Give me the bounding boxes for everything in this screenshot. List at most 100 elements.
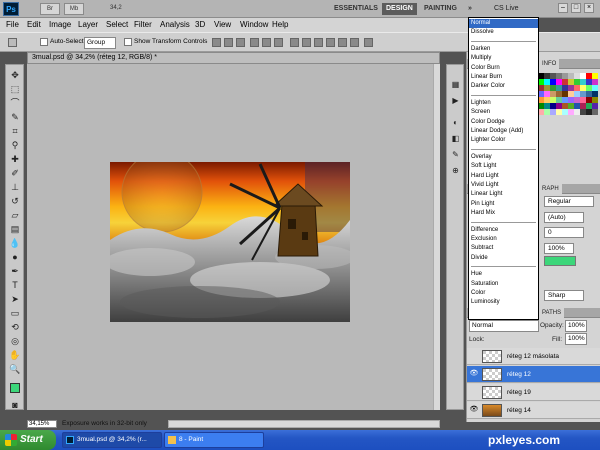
align-hcenter-icon[interactable]: [262, 38, 271, 47]
eye-icon[interactable]: 👁: [469, 369, 479, 379]
layer-visibility-toggle[interactable]: [469, 387, 479, 397]
hand-tool-icon[interactable]: ✋: [8, 349, 22, 362]
layer-row[interactable]: réteg 19: [467, 384, 600, 401]
blend-mode-option[interactable]: Vivid Light: [469, 181, 538, 190]
distribute-right-icon[interactable]: [350, 38, 359, 47]
actions-panel-icon[interactable]: ▶: [450, 95, 461, 106]
blend-mode-option[interactable]: Color Dodge: [469, 118, 538, 127]
tab-paths[interactable]: PATHS: [539, 308, 565, 318]
align-vcenter-icon[interactable]: [224, 38, 233, 47]
tab-character[interactable]: RAPH: [539, 184, 562, 194]
menu-analysis[interactable]: Analysis: [160, 19, 190, 31]
menu-3d[interactable]: 3D: [195, 19, 205, 31]
layer-row[interactable]: 👁 réteg 14: [467, 402, 600, 419]
move-tool-preset-icon[interactable]: [8, 38, 17, 47]
font-style-select[interactable]: Regular: [544, 196, 594, 207]
distribute-top-icon[interactable]: [290, 38, 299, 47]
history-brush-tool-icon[interactable]: ↺: [8, 195, 22, 208]
blend-mode-option[interactable]: Hard Mix: [469, 209, 538, 218]
blend-mode-option[interactable]: Multiply: [469, 54, 538, 63]
blend-mode-option[interactable]: Linear Burn: [469, 73, 538, 82]
status-text[interactable]: Exposure works in 32-bit only: [62, 420, 147, 428]
healing-tool-icon[interactable]: ✚: [8, 153, 22, 166]
layer-row-selected[interactable]: 👁 réteg 12: [467, 366, 600, 383]
distribute-bottom-icon[interactable]: [314, 38, 323, 47]
tab-info[interactable]: INFO: [539, 59, 560, 69]
crop-tool-icon[interactable]: ⌗: [8, 125, 22, 138]
eraser-tool-icon[interactable]: ▱: [8, 209, 22, 222]
marquee-tool-icon[interactable]: ⬚: [8, 83, 22, 96]
distribute-vcenter-icon[interactable]: [302, 38, 311, 47]
workspace-painting[interactable]: PAINTING: [424, 3, 457, 15]
swatches-grid[interactable]: [538, 73, 598, 125]
menu-view[interactable]: View: [214, 19, 231, 31]
workspace-essentials[interactable]: ESSENTIALS: [334, 3, 378, 15]
move-tool-icon[interactable]: ✥: [8, 69, 22, 82]
blend-mode-option[interactable]: Pin Light: [469, 200, 538, 209]
cs-live-button[interactable]: CS Live: [494, 3, 519, 15]
blend-mode-option[interactable]: Dissolve: [469, 28, 538, 37]
zoom-tool-icon[interactable]: 🔍: [8, 363, 22, 376]
brush-panel-icon[interactable]: ✎: [450, 149, 461, 160]
blend-mode-option[interactable]: Exclusion: [469, 235, 538, 244]
blend-mode-option[interactable]: Color Burn: [469, 64, 538, 73]
blend-mode-option[interactable]: Overlay: [469, 153, 538, 162]
blend-mode-option[interactable]: Hard Light: [469, 172, 538, 181]
taskbar-photoshop[interactable]: 3mual.psd @ 34,2% (r...: [62, 432, 162, 448]
blend-mode-option[interactable]: Darken: [469, 45, 538, 54]
blur-tool-icon[interactable]: 💧: [8, 237, 22, 250]
zoom-select[interactable]: 34,2: [108, 3, 142, 15]
workspace-design[interactable]: DESIGN: [382, 3, 417, 15]
adjustments-panel-icon[interactable]: ◐: [450, 117, 461, 128]
blend-mode-select[interactable]: Normal: [469, 320, 539, 332]
minibridge-button[interactable]: Mb: [64, 3, 84, 15]
menu-filter[interactable]: Filter: [134, 19, 152, 31]
eyedropper-tool-icon[interactable]: ⚲: [8, 139, 22, 152]
blend-mode-option[interactable]: Linear Light: [469, 190, 538, 199]
blend-mode-option[interactable]: Screen: [469, 108, 538, 117]
menu-help[interactable]: Help: [272, 19, 288, 31]
zoom-level-field[interactable]: 34,15%: [27, 420, 57, 428]
blend-mode-option[interactable]: Saturation: [469, 280, 538, 289]
align-top-icon[interactable]: [212, 38, 221, 47]
tracking-select[interactable]: 0: [544, 227, 584, 238]
distribute-left-icon[interactable]: [326, 38, 335, 47]
menu-edit[interactable]: Edit: [27, 19, 41, 31]
blend-mode-option[interactable]: Subtract: [469, 244, 538, 253]
vertical-scrollbar[interactable]: [433, 64, 440, 410]
bridge-button[interactable]: Br: [40, 3, 60, 15]
blend-mode-option[interactable]: Linear Dodge (Add): [469, 127, 538, 136]
gradient-tool-icon[interactable]: ▤: [8, 223, 22, 236]
menu-window[interactable]: Window: [240, 19, 268, 31]
quick-select-tool-icon[interactable]: ✎: [8, 111, 22, 124]
taskbar-paint[interactable]: 8 - Paint: [164, 432, 264, 448]
shape-tool-icon[interactable]: ▭: [8, 307, 22, 320]
show-transform-checkbox[interactable]: [124, 38, 132, 46]
align-left-icon[interactable]: [250, 38, 259, 47]
opacity-field[interactable]: 100%: [565, 320, 587, 332]
lasso-tool-icon[interactable]: ⌒: [8, 97, 22, 110]
align-right-icon[interactable]: [274, 38, 283, 47]
blend-mode-option[interactable]: Hue: [469, 270, 538, 279]
horizontal-scrollbar[interactable]: [168, 420, 440, 428]
text-color-swatch[interactable]: [544, 256, 576, 266]
eye-icon[interactable]: 👁: [469, 405, 479, 415]
antialias-select[interactable]: Sharp: [544, 290, 584, 301]
dodge-tool-icon[interactable]: ●: [8, 251, 22, 264]
layer-row[interactable]: réteg 12 másolata: [467, 348, 600, 365]
foreground-color-swatch[interactable]: [10, 383, 20, 393]
align-bottom-icon[interactable]: [236, 38, 245, 47]
pen-tool-icon[interactable]: ✒: [8, 265, 22, 278]
stamp-tool-icon[interactable]: ⊥: [8, 181, 22, 194]
type-tool-icon[interactable]: T: [8, 279, 22, 292]
more-workspaces-button[interactable]: »: [468, 3, 472, 15]
leading-select[interactable]: (Auto): [544, 212, 584, 223]
menu-image[interactable]: Image: [49, 19, 71, 31]
auto-select-dropdown[interactable]: Group: [84, 37, 116, 49]
blend-mode-option[interactable]: Soft Light: [469, 162, 538, 171]
clone-source-panel-icon[interactable]: ⊕: [450, 165, 461, 176]
document-tab[interactable]: 3mual.psd @ 34,2% (réteg 12, RGB/8) *: [27, 52, 440, 64]
blend-mode-option[interactable]: Normal: [469, 19, 538, 28]
menu-select[interactable]: Select: [106, 19, 128, 31]
blend-mode-option[interactable]: Lighter Color: [469, 136, 538, 145]
